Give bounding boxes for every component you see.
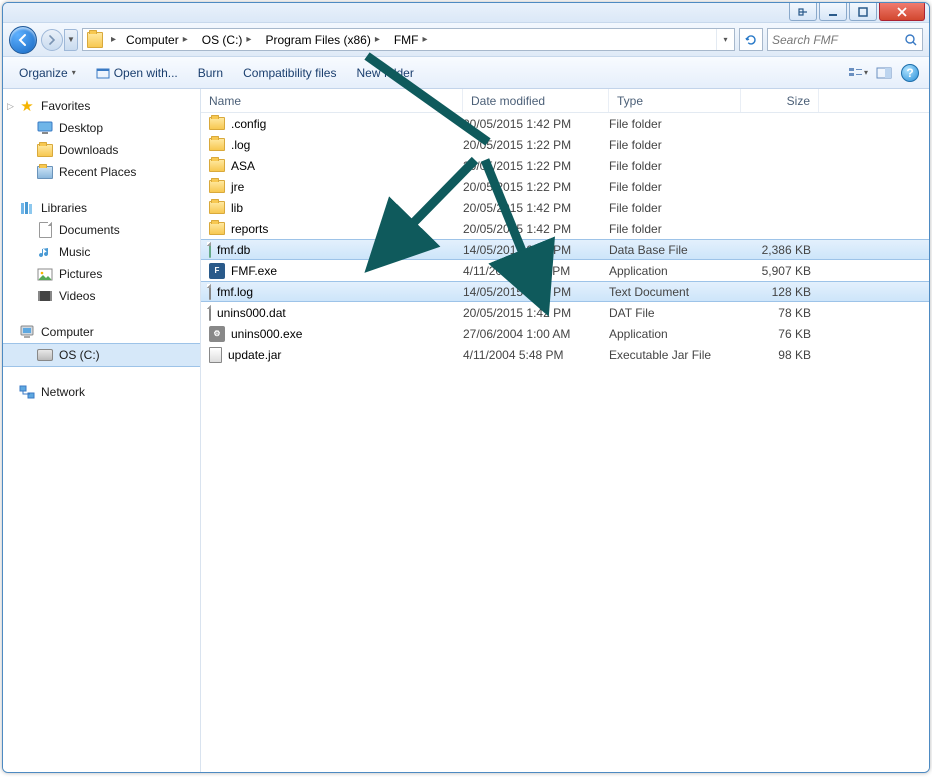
sidebar-libraries[interactable]: Libraries	[3, 197, 200, 219]
burn-button[interactable]: Burn	[190, 62, 231, 84]
sidebar-pictures[interactable]: Pictures	[3, 263, 200, 285]
star-icon: ★	[19, 98, 35, 114]
file-row[interactable]: .log20/05/2015 1:22 PMFile folder	[201, 134, 929, 155]
explorer-window: ▼ ▸ Computer▸ OS (C:)▸ Program Files (x8…	[2, 2, 930, 773]
dat-file-icon	[209, 306, 211, 320]
address-dropdown[interactable]: ▾	[716, 29, 734, 50]
maximize-button[interactable]	[849, 3, 877, 21]
sidebar-music[interactable]: Music	[3, 241, 200, 263]
sidebar-favorites[interactable]: ▷★Favorites	[3, 95, 200, 117]
sidebar-osc[interactable]: OS (C:)	[3, 343, 200, 367]
preview-pane-button[interactable]	[873, 62, 895, 84]
column-header-name[interactable]: Name	[201, 89, 463, 112]
breadcrumb-progfiles[interactable]: Program Files (x86)▸	[259, 29, 387, 50]
search-placeholder: Search FMF	[772, 33, 838, 47]
refresh-button[interactable]	[739, 28, 763, 51]
network-icon	[19, 384, 35, 400]
libraries-icon	[19, 200, 35, 216]
nav-pane: ▷★Favorites Desktop Downloads Recent Pla…	[3, 89, 201, 772]
folder-icon	[87, 32, 103, 48]
file-row[interactable]: update.jar4/11/2004 5:48 PMExecutable Ja…	[201, 344, 929, 365]
sidebar-network[interactable]: Network	[3, 381, 200, 403]
folder-icon	[37, 164, 53, 180]
file-list[interactable]: .config20/05/2015 1:42 PMFile folder .lo…	[201, 113, 929, 772]
view-options-button[interactable]: ▾	[847, 62, 869, 84]
column-header-size[interactable]: Size	[741, 89, 819, 112]
videos-icon	[37, 288, 53, 304]
folder-icon	[209, 138, 225, 151]
application-icon: F	[209, 263, 225, 279]
new-folder-button[interactable]: New folder	[348, 62, 421, 84]
sidebar-downloads[interactable]: Downloads	[3, 139, 200, 161]
file-row[interactable]: reports20/05/2015 1:42 PMFile folder	[201, 218, 929, 239]
compat-files-button[interactable]: Compatibility files	[235, 62, 344, 84]
music-icon	[37, 244, 53, 260]
sidebar-computer[interactable]: Computer	[3, 321, 200, 343]
pictures-icon	[37, 266, 53, 282]
breadcrumb-arrow-icon: ▸	[107, 34, 120, 45]
file-row[interactable]: .config20/05/2015 1:42 PMFile folder	[201, 113, 929, 134]
column-header-date[interactable]: Date modified	[463, 89, 609, 112]
breadcrumb-computer[interactable]: Computer▸	[120, 29, 196, 50]
application-icon: ⚙	[209, 326, 225, 342]
documents-icon	[37, 222, 53, 238]
file-row[interactable]: jre20/05/2015 1:22 PMFile folder	[201, 176, 929, 197]
command-bar: Organize ▾ Open with... Burn Compatibili…	[3, 57, 929, 89]
database-file-icon	[209, 243, 211, 257]
file-row[interactable]: ASA20/05/2015 1:22 PMFile folder	[201, 155, 929, 176]
text-file-icon	[209, 285, 211, 299]
folder-icon	[209, 222, 225, 235]
folder-icon	[37, 142, 53, 158]
file-row[interactable]: ⚙unins000.exe27/06/2004 1:00 AMApplicati…	[201, 323, 929, 344]
computer-icon	[19, 324, 35, 340]
file-list-pane: Name Date modified Type Size .config20/0…	[201, 89, 929, 772]
drive-icon	[37, 347, 53, 363]
folder-icon	[209, 159, 225, 172]
window-titlebar	[3, 3, 929, 23]
search-icon	[904, 33, 918, 47]
file-row[interactable]: unins000.dat20/05/2015 1:42 PMDAT File78…	[201, 302, 929, 323]
sidebar-recent[interactable]: Recent Places	[3, 161, 200, 183]
back-button[interactable]	[9, 26, 37, 54]
folder-icon	[209, 201, 225, 214]
open-with-button[interactable]: Open with...	[88, 62, 186, 84]
history-dropdown[interactable]: ▼	[64, 29, 78, 51]
column-headers: Name Date modified Type Size	[201, 89, 929, 113]
file-row-fmf-db[interactable]: fmf.db14/05/2015 2:28 PMData Base File2,…	[201, 239, 929, 260]
search-input[interactable]: Search FMF	[767, 28, 923, 51]
forward-button[interactable]	[41, 29, 63, 51]
help-button[interactable]: ?	[899, 62, 921, 84]
file-row-fmf-log[interactable]: fmf.log14/05/2015 2:25 PMText Document12…	[201, 281, 929, 302]
file-row[interactable]: lib20/05/2015 1:42 PMFile folder	[201, 197, 929, 218]
organize-menu[interactable]: Organize ▾	[11, 62, 84, 84]
folder-icon	[209, 180, 225, 193]
explorer-body: ▷★Favorites Desktop Downloads Recent Pla…	[3, 89, 929, 772]
file-row[interactable]: FFMF.exe4/11/2004 10:23 PMApplication5,9…	[201, 260, 929, 281]
nav-bar: ▼ ▸ Computer▸ OS (C:)▸ Program Files (x8…	[3, 23, 929, 57]
close-button[interactable]	[879, 3, 925, 21]
column-header-type[interactable]: Type	[609, 89, 741, 112]
sidebar-documents[interactable]: Documents	[3, 219, 200, 241]
minimize-button[interactable]	[819, 3, 847, 21]
sidebar-videos[interactable]: Videos	[3, 285, 200, 307]
breadcrumb-osc[interactable]: OS (C:)▸	[196, 29, 260, 50]
sidebar-desktop[interactable]: Desktop	[3, 117, 200, 139]
jar-file-icon	[209, 347, 222, 363]
folder-icon	[209, 117, 225, 130]
desktop-icon	[37, 120, 53, 136]
address-bar[interactable]: ▸ Computer▸ OS (C:)▸ Program Files (x86)…	[82, 28, 735, 51]
window-extra-button[interactable]	[789, 3, 817, 21]
breadcrumb-fmf[interactable]: FMF▸	[388, 29, 436, 50]
